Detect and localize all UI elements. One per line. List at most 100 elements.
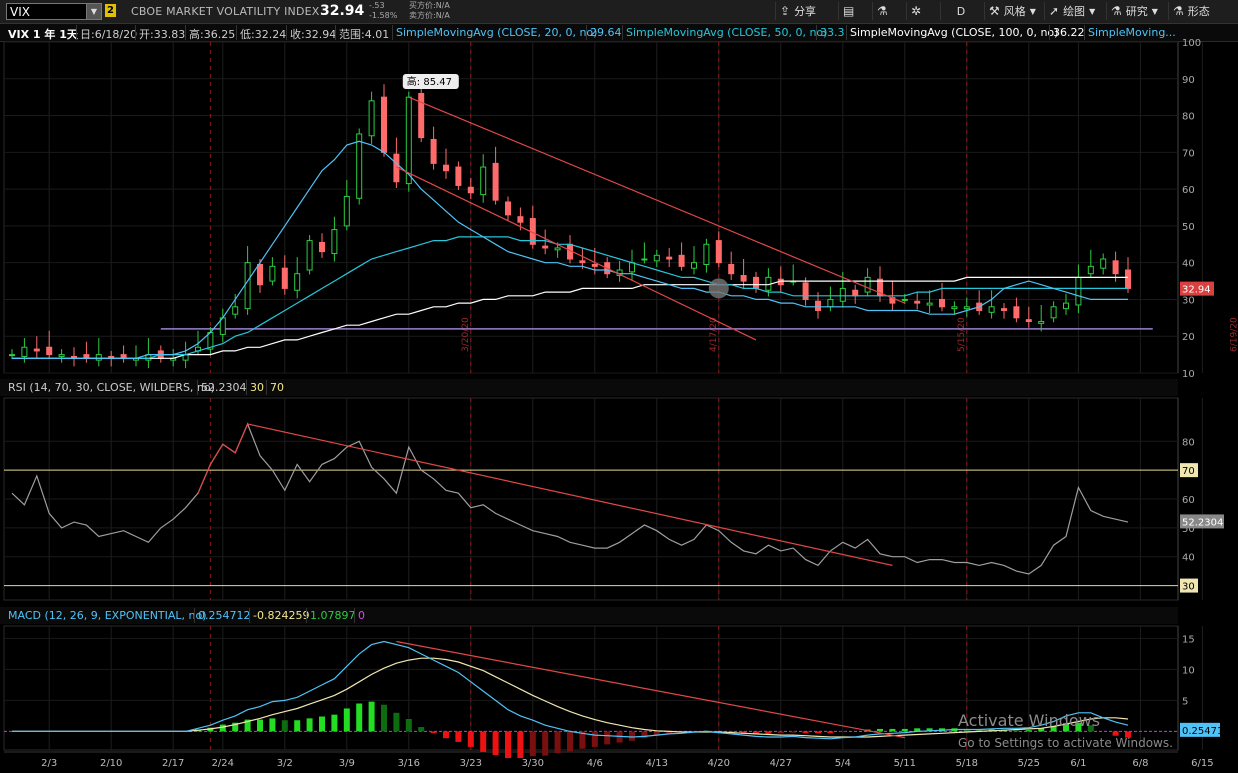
rsi-y-tick: 60 [1182,495,1195,506]
candle-body [988,306,995,313]
bar-range: 范围:4.01 [339,28,390,41]
macd-panel-frame [3,625,1179,751]
symbol-input[interactable] [6,3,92,20]
macd-hist-bar [331,714,338,732]
macd-hist-bar [740,731,747,734]
price-y-tick: 90 [1182,75,1195,86]
link-group-badge[interactable]: 2 [105,4,116,17]
macd-hist-bar [517,731,524,759]
candle-body [753,276,759,289]
candle-body [939,298,945,308]
x-tick-label: 6/15 [1191,758,1213,769]
macd-hist-bar [567,731,573,752]
candle-body [331,229,338,254]
rsi-last-tag-text: 52.2304 [1182,517,1223,528]
candle-body [765,276,772,291]
macd-hist-bar [467,731,474,747]
macd-hist-bar [579,731,586,749]
macd-hist-bar [306,718,313,732]
candle-body [418,92,425,139]
macd-hist-bar [616,731,623,743]
candle-body [232,306,239,315]
candle-body [430,138,437,164]
macd-hist-bar [839,731,846,733]
studies-label: 研究 [1125,5,1148,18]
news-button[interactable]: ▤ [838,2,858,20]
symbol-dropdown-icon[interactable]: ▼ [86,3,102,20]
sma20-label[interactable]: SimpleMovingAvg (CLOSE, 20, 0, no) [396,26,597,39]
macd-value: 0.254712 [198,609,251,622]
x-tick-label: 3/16 [398,758,420,769]
candle-body [1025,319,1032,323]
settings-button[interactable]: ✲ [906,2,925,20]
candle-body [1100,258,1107,269]
candle-body [926,302,933,306]
x-tick-label: 2/3 [41,758,57,769]
candle-body [393,153,400,183]
macd-hist-bar [542,731,549,756]
macd-hist-bar [480,731,487,752]
candle-body [666,256,673,260]
drawings-button[interactable]: ➚ 绘图 ▼ [1044,2,1099,20]
sma50-label[interactable]: SimpleMovingAvg (CLOSE, 50, 0, no) [626,26,827,39]
style-icon: ⚒ [989,4,1000,18]
macd-last-tag-text: 0.25471 [1182,726,1223,737]
macd-signal-line [12,657,1129,738]
period-button[interactable]: D [940,2,981,20]
price-y-tick: 50 [1182,222,1195,233]
candle-body [182,354,189,361]
candle-body [244,262,251,310]
candle-body [554,247,561,251]
candle-body [505,201,511,216]
candle-body [219,317,226,335]
candle-body [170,357,177,361]
candle-body [715,240,722,264]
macd-hist-bar [604,731,611,745]
macd-hist-bar [963,728,970,732]
candle-body [1038,321,1045,324]
candle-body [591,264,598,267]
sma100-label[interactable]: SimpleMovingAvg (CLOSE, 100, 0, no) [850,26,1058,39]
rsi-header: RSI (14, 70, 30, CLOSE, WILDERS, no) 52.… [0,379,1178,396]
candle-body [120,354,127,359]
macd-hist-bar [939,728,945,732]
candle-body [1063,302,1069,310]
alert-icon[interactable]: ! [10,47,24,61]
macd-hist-bar [505,731,511,759]
x-tick-label: 3/23 [460,758,482,769]
x-tick-label: 5/4 [835,758,851,769]
gear-icon: ✲ [911,4,922,18]
candle-body [914,300,921,304]
candle-body [195,346,201,352]
macd-hist-bar [666,731,673,734]
candle-body [356,133,363,199]
sma20-value: 29.64 [590,26,622,39]
rsi-label[interactable]: RSI (14, 70, 30, CLOSE, WILDERS, no) [8,381,215,394]
net-change: -.53 [369,1,385,10]
flask-button[interactable]: ⚗ [872,2,892,20]
candle-body [71,355,77,359]
candle-body [889,297,896,304]
drawings-label: 绘图 [1063,5,1086,18]
candle-body [963,306,970,310]
candle-body [21,346,28,357]
macd-hist-bar [405,719,412,732]
candle-body [455,166,462,186]
macd-label[interactable]: MACD (12, 26, 9, EXPONENTIAL, no) [8,609,207,622]
macd-hist-bar [901,728,908,732]
candle-body [83,354,90,359]
last-price: 32.94 [320,3,365,19]
high-annotation-text: 高: 85.47 [407,75,452,88]
sma-more[interactable]: SimpleMoving... [1088,26,1176,39]
candle-body [133,357,139,361]
share-button[interactable]: ⇪ 分享 [775,2,820,20]
x-tick-label: 6/1 [1070,758,1086,769]
rsi-level-tag [1180,463,1198,478]
patterns-button[interactable]: ⚗ 形态 [1168,2,1214,20]
candle-body [257,264,263,286]
patterns-icon: ⚗ [1173,4,1184,18]
style-button[interactable]: ⚒ 风格 ▼ [984,2,1040,20]
high-annotation-box [402,74,459,89]
studies-button[interactable]: ⚗ 研究 ▼ [1106,2,1162,20]
macd-diff: 1.07897 [310,609,356,622]
